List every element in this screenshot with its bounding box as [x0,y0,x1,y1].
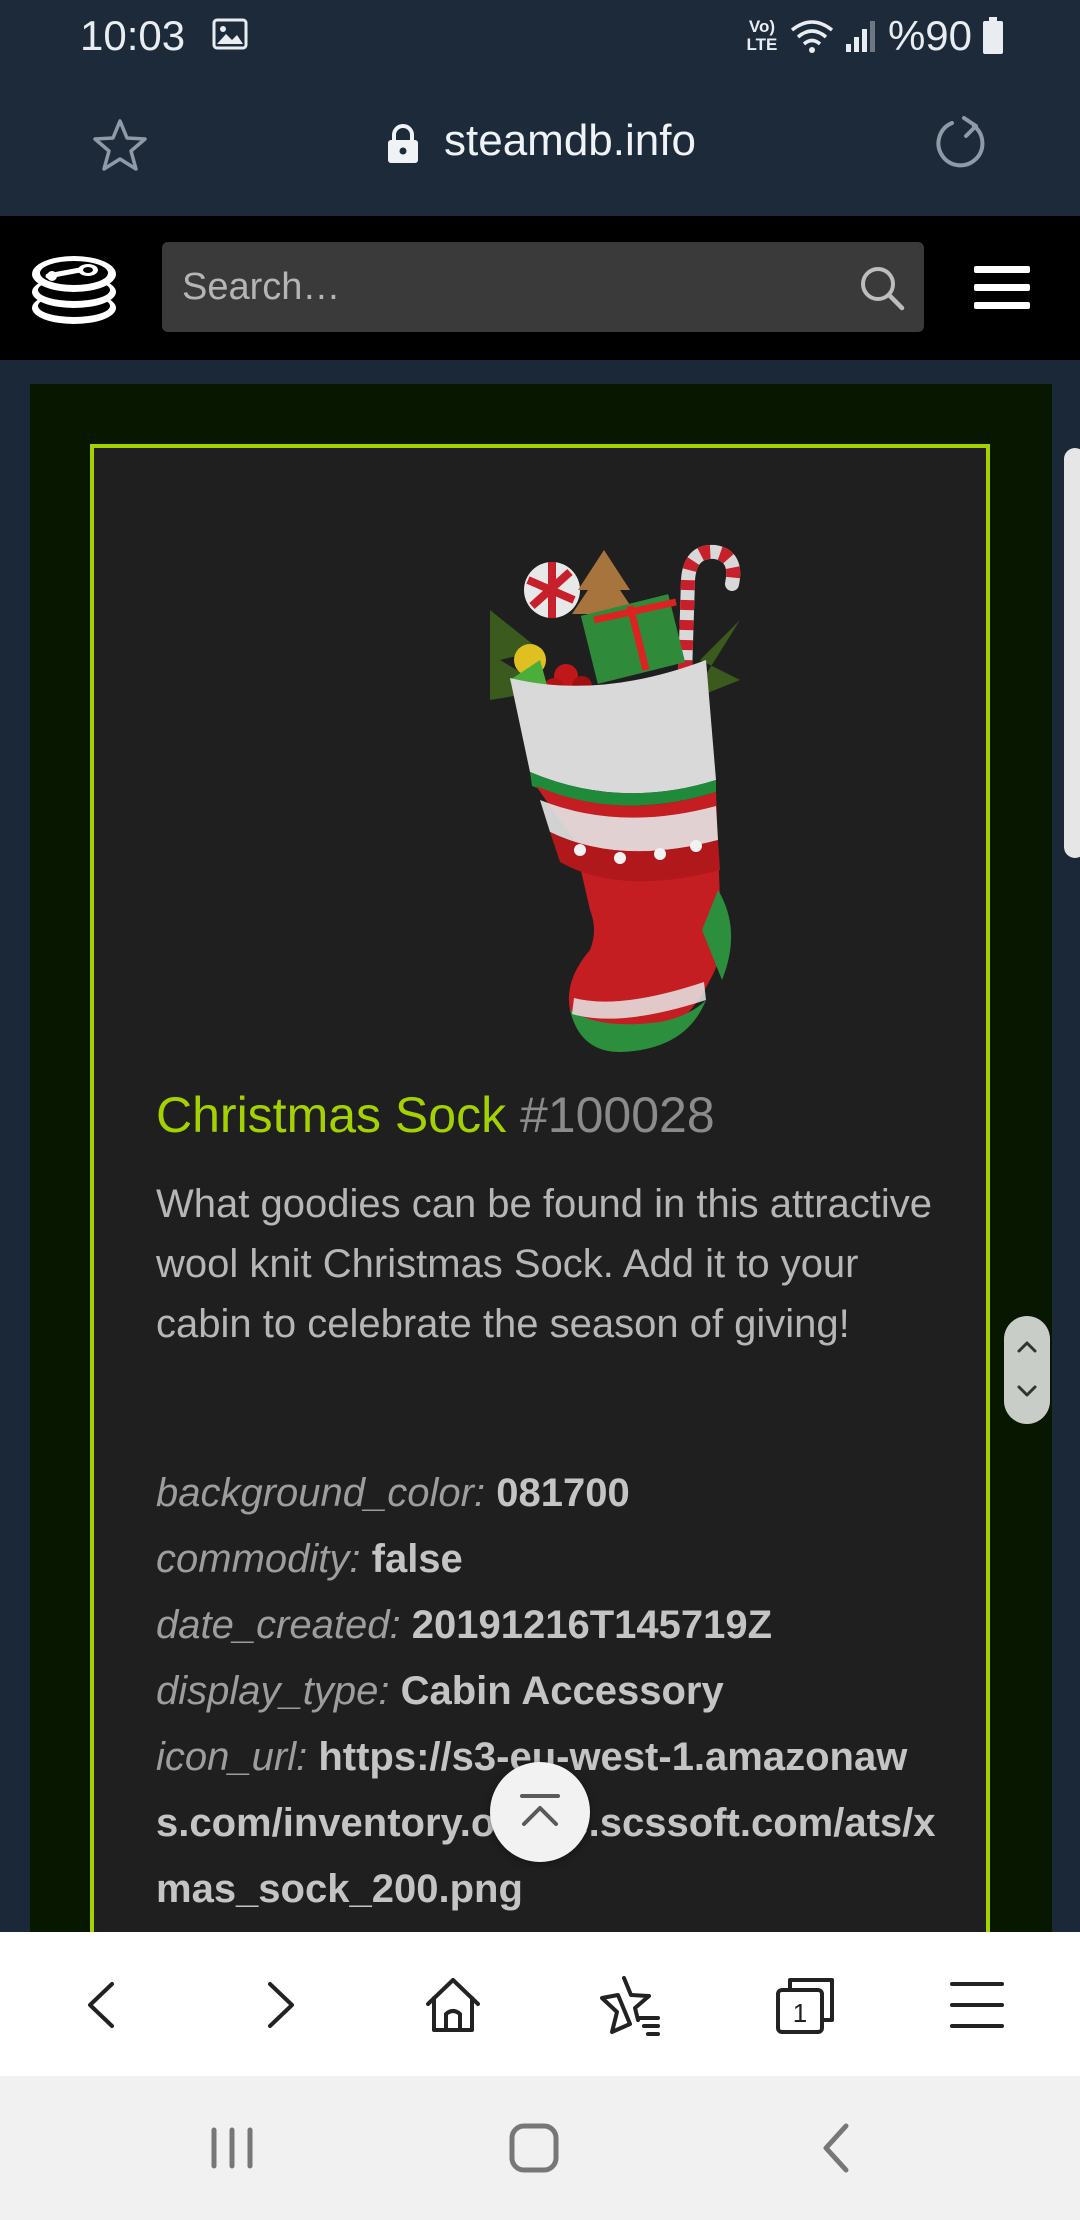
property-row: date_created: 20191216T145719Z [156,1592,936,1658]
property-key: background_color: [156,1471,486,1515]
system-back-button[interactable] [806,2116,870,2180]
tabs-button[interactable]: 1 [770,1970,840,2040]
bookmarks-button[interactable] [594,1970,664,2040]
property-row: display_type: Cabin Accessory [156,1658,936,1724]
back-icon [88,1982,114,2028]
battery-icon [983,17,1003,54]
hamburger-icon[interactable] [974,266,1030,310]
item-description: What goodies can be found in this attrac… [156,1182,933,1346]
signal-icon [845,21,875,52]
property-value: Cabin Accessory [400,1669,724,1713]
page-scrollbar[interactable] [1064,448,1080,858]
scroll-to-top-icon [520,1794,560,1826]
system-nav-bar [0,2076,1080,2220]
reload-icon[interactable] [930,114,990,174]
star-icon[interactable] [90,116,150,176]
item-name: Christmas Sock [156,1087,507,1143]
property-value: false [371,1537,463,1581]
search-icon[interactable] [858,264,906,312]
chevron-up-icon[interactable] [1015,1338,1039,1356]
property-key: icon_url: [156,1735,308,1779]
scroll-handle[interactable] [1004,1316,1050,1424]
wifi-icon [790,20,834,53]
lock-icon [388,124,418,163]
item-title: Christmas Sock #100028 [156,1080,715,1150]
tabs-count: 1 [793,1998,807,2028]
menu-icon [950,1982,1004,2028]
recents-button[interactable] [200,2116,264,2180]
menu-button[interactable] [942,1970,1012,2040]
home-button[interactable] [418,1970,488,2040]
forward-button[interactable] [244,1970,314,2040]
property-row: background_color: 081700 [156,1460,936,1526]
property-value: 20191216T145719Z [411,1603,773,1647]
item-id: #100028 [519,1087,715,1143]
screen: 10:03 Vo) LTE %90 steamdb.info Search… C… [0,0,1080,2220]
property-key: display_type: [156,1669,390,1713]
property-key: date_created: [156,1603,401,1647]
home-icon [509,2123,559,2173]
property-value: 081700 [496,1471,630,1515]
browser-toolbar: 1 [0,1932,1080,2076]
property-row: commodity: false [156,1526,936,1592]
gallery-icon [212,18,248,50]
forward-icon [268,1982,294,2028]
christmas-sock-image [490,544,741,1052]
chevron-down-icon[interactable] [1015,1382,1039,1400]
battery-percent: %90 [887,12,972,59]
url-text[interactable]: steamdb.info [444,116,696,166]
search-input[interactable] [182,242,832,332]
status-indicators: Vo) LTE %90 [744,12,1004,60]
scroll-to-top-button[interactable] [490,1762,590,1862]
status-bar: 10:03 Vo) LTE %90 [0,0,1080,72]
steamdb-logo[interactable] [26,240,122,336]
back-button[interactable] [68,1970,138,2040]
status-time: 10:03 [80,12,186,59]
recents-icon [211,2127,253,2169]
site-header [0,216,1080,360]
property-key: commodity: [156,1537,361,1581]
bookmarks-icon [600,1976,660,2036]
tabs-icon: 1 [776,1978,834,2034]
volte-indicator: Vo) LTE [746,17,778,54]
home-icon [426,1978,480,2032]
browser-url-bar: steamdb.info [0,72,1080,216]
back-icon [823,2123,849,2173]
system-home-button[interactable] [502,2116,566,2180]
search-box [162,242,924,332]
